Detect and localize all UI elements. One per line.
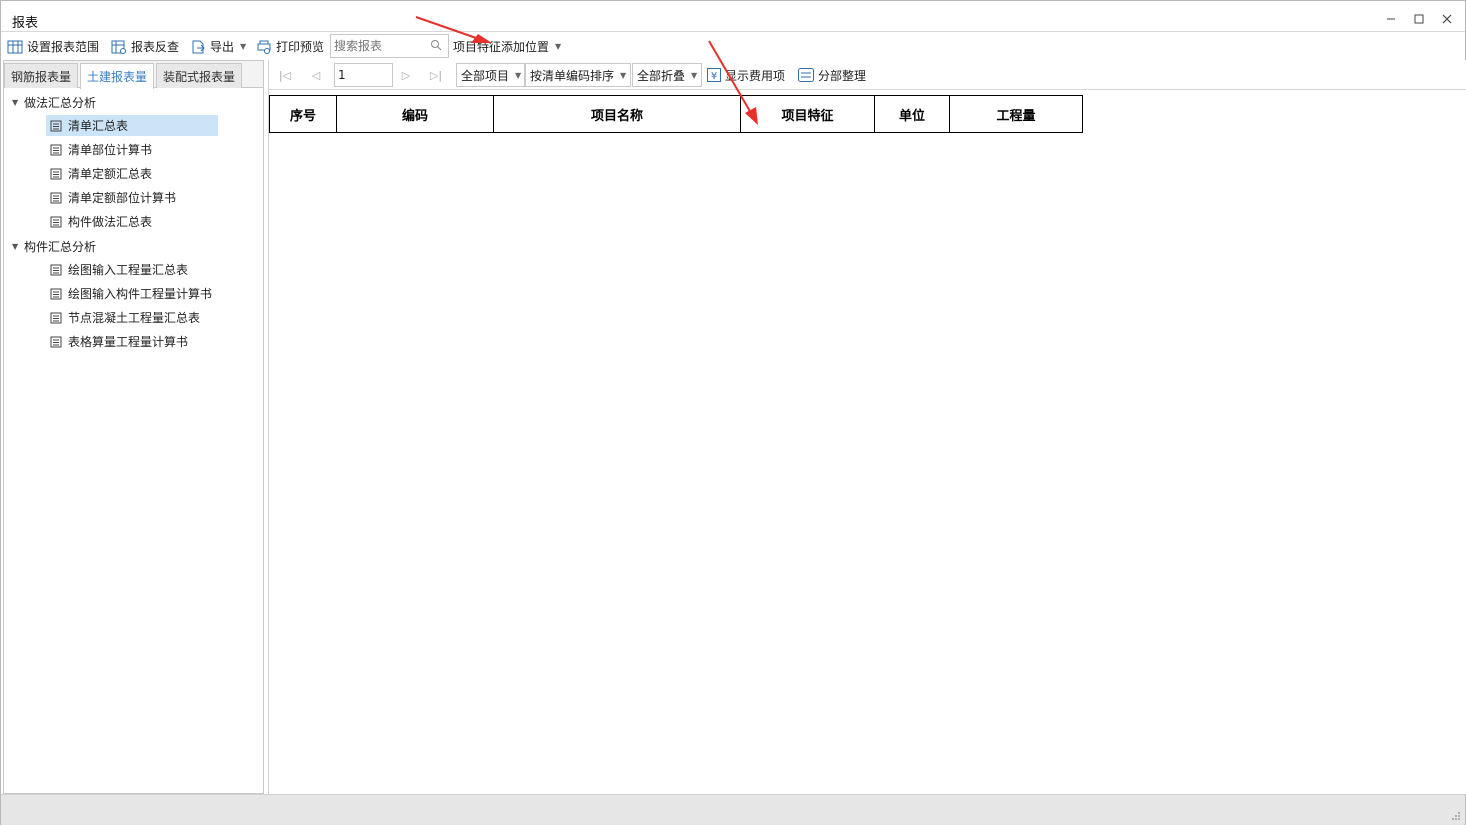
- col-header-unit: 单位: [874, 95, 950, 133]
- tree-item-drawing-summary[interactable]: 绘图输入工程量汇总表: [46, 259, 192, 280]
- first-page-icon[interactable]: |◁: [278, 68, 292, 82]
- report-icon: [50, 120, 62, 131]
- collapse-dropdown[interactable]: 全部折叠 ▼: [632, 63, 702, 87]
- tree-item-drawing-component-calc[interactable]: 绘图输入构件工程量计算书: [46, 283, 216, 304]
- feature-position-label: 项目特征添加位置: [453, 40, 550, 54]
- feature-position-dropdown[interactable]: 项目特征添加位置 ▼: [453, 36, 561, 57]
- tree-group-component-summary[interactable]: ▼ 构件汇总分析: [12, 235, 96, 257]
- tree-group-label: 构件汇总分析: [24, 239, 97, 254]
- tab-prefab-report[interactable]: 装配式报表量: [156, 63, 243, 88]
- chevron-down-icon[interactable]: ▼: [12, 98, 24, 107]
- next-page-icon[interactable]: ▷: [399, 68, 413, 82]
- chevron-down-icon: ▼: [240, 42, 247, 51]
- last-page-icon[interactable]: ▷|: [429, 68, 443, 82]
- minimize-icon[interactable]: [1380, 9, 1402, 29]
- report-tree-panel: 钢筋报表量 土建报表量 装配式报表量 ▼ 做法汇总分析 清单汇总表 清单部位计算…: [3, 60, 264, 794]
- show-fee-items-label: 显示费用项: [725, 68, 786, 83]
- tree-item-label: 构件做法汇总表: [68, 215, 153, 229]
- title-bar: 报表: [1, 1, 1465, 31]
- show-fee-items-toggle[interactable]: ¥ 显示费用项: [707, 65, 785, 85]
- col-header-quantity: 工程量: [949, 95, 1083, 133]
- tree-group-label: 做法汇总分析: [24, 95, 97, 110]
- tree-item-label: 清单部位计算书: [68, 143, 153, 157]
- print-preview-label: 打印预览: [276, 40, 325, 54]
- collapse-label: 全部折叠: [637, 68, 686, 83]
- report-icon: [50, 312, 62, 323]
- set-range-label: 设置报表范围: [27, 40, 100, 54]
- table-search-icon: [111, 40, 126, 54]
- all-items-label: 全部项目: [461, 68, 510, 83]
- col-header-feature: 项目特征: [740, 95, 875, 133]
- grid-settings-icon: [7, 40, 23, 53]
- chevron-down-icon: ▼: [620, 70, 627, 80]
- tree-item-label: 节点混凝土工程量汇总表: [68, 311, 201, 325]
- tree-item-label: 清单定额部位计算书: [68, 191, 177, 205]
- tree-group-method-summary[interactable]: ▼ 做法汇总分析: [12, 91, 96, 113]
- sort-label: 按清单编码排序: [530, 68, 615, 83]
- tree-item-label: 绘图输入工程量汇总表: [68, 263, 189, 277]
- tree-item-bill-quota-location[interactable]: 清单定额部位计算书: [46, 187, 180, 208]
- reverse-check-button[interactable]: 报表反查: [111, 36, 179, 57]
- set-range-button[interactable]: 设置报表范围: [7, 36, 99, 57]
- window-title: 报表: [12, 16, 39, 31]
- reverse-check-label: 报表反查: [131, 40, 180, 54]
- table-header-row: 序号 编码 项目名称 项目特征 单位 工程量: [269, 95, 1083, 133]
- col-header-name: 项目名称: [493, 95, 741, 133]
- report-icon: [50, 336, 62, 347]
- report-toolbar: |◁ ◁ 1 ▷ ▷| 全部项目 ▼ 按清单编码排序 ▼ 全部折叠 ▼ ¥ 显示…: [269, 60, 1466, 90]
- chevron-down-icon: ▼: [691, 70, 698, 80]
- search-input[interactable]: [331, 35, 427, 57]
- tab-civil-report[interactable]: 土建报表量: [80, 63, 155, 89]
- report-icon: [50, 144, 62, 155]
- tree-item-label: 表格算量工程量计算书: [68, 335, 189, 349]
- status-bar: [1, 794, 1465, 825]
- section-arrange-button[interactable]: 分部整理: [798, 65, 866, 85]
- chevron-down-icon[interactable]: ▼: [12, 242, 24, 251]
- tree-item-table-calc[interactable]: 表格算量工程量计算书: [46, 331, 192, 352]
- section-arrange-label: 分部整理: [818, 68, 867, 83]
- close-icon[interactable]: [1436, 9, 1458, 29]
- chevron-down-icon: ▼: [515, 70, 522, 80]
- resize-grip-icon[interactable]: [1451, 811, 1461, 821]
- col-header-index: 序号: [269, 95, 337, 133]
- report-search-box[interactable]: [330, 34, 449, 58]
- tree-item-bill-quota-summary[interactable]: 清单定额汇总表: [46, 163, 156, 184]
- report-window: 报表 设置报表范围 报表反查 导出 ▼ 打印预览 搜索报表 项目特征添加位置 ▼…: [0, 0, 1466, 825]
- main-toolbar: 设置报表范围 报表反查 导出 ▼ 打印预览 项目特征添加位置 ▼: [1, 31, 1465, 60]
- report-icon: [50, 264, 62, 275]
- report-type-tabs: 钢筋报表量 土建报表量 装配式报表量: [4, 61, 263, 89]
- print-preview-icon: [257, 40, 271, 54]
- section-arrange-icon: [798, 68, 814, 82]
- report-icon: [50, 288, 62, 299]
- tree-item-bill-location[interactable]: 清单部位计算书: [46, 139, 156, 160]
- yuan-icon: ¥: [707, 68, 721, 82]
- chevron-down-icon: ▼: [555, 42, 562, 51]
- sort-dropdown[interactable]: 按清单编码排序 ▼: [525, 63, 631, 87]
- report-icon: [50, 168, 62, 179]
- tree-item-label: 清单定额汇总表: [68, 167, 153, 181]
- col-header-code: 编码: [336, 95, 494, 133]
- tab-rebar-report[interactable]: 钢筋报表量: [4, 63, 79, 88]
- report-icon: [50, 216, 62, 227]
- maximize-icon[interactable]: [1408, 9, 1430, 29]
- report-table: 序号 编码 项目名称 项目特征 单位 工程量: [269, 95, 1083, 133]
- export-button[interactable]: 导出 ▼: [190, 36, 246, 57]
- report-icon: [50, 192, 62, 203]
- all-items-dropdown[interactable]: 全部项目 ▼: [456, 63, 525, 87]
- prev-page-icon[interactable]: ◁: [309, 68, 323, 82]
- report-view-panel: |◁ ◁ 1 ▷ ▷| 全部项目 ▼ 按清单编码排序 ▼ 全部折叠 ▼ ¥ 显示…: [268, 60, 1466, 794]
- tree-item-node-concrete[interactable]: 节点混凝土工程量汇总表: [46, 307, 204, 328]
- page-number-input[interactable]: 1: [334, 63, 393, 87]
- tree-item-label: 清单汇总表: [68, 119, 129, 133]
- print-preview-button[interactable]: 打印预览: [256, 36, 324, 57]
- export-label: 导出: [210, 40, 235, 54]
- search-icon[interactable]: [430, 39, 442, 51]
- export-icon: [192, 40, 205, 53]
- tree-item-component-method[interactable]: 构件做法汇总表: [46, 211, 156, 232]
- tree-item-label: 绘图输入构件工程量计算书: [68, 287, 213, 301]
- svg-text:¥: ¥: [711, 71, 717, 82]
- tree-item-bill-summary[interactable]: 清单汇总表: [46, 115, 218, 136]
